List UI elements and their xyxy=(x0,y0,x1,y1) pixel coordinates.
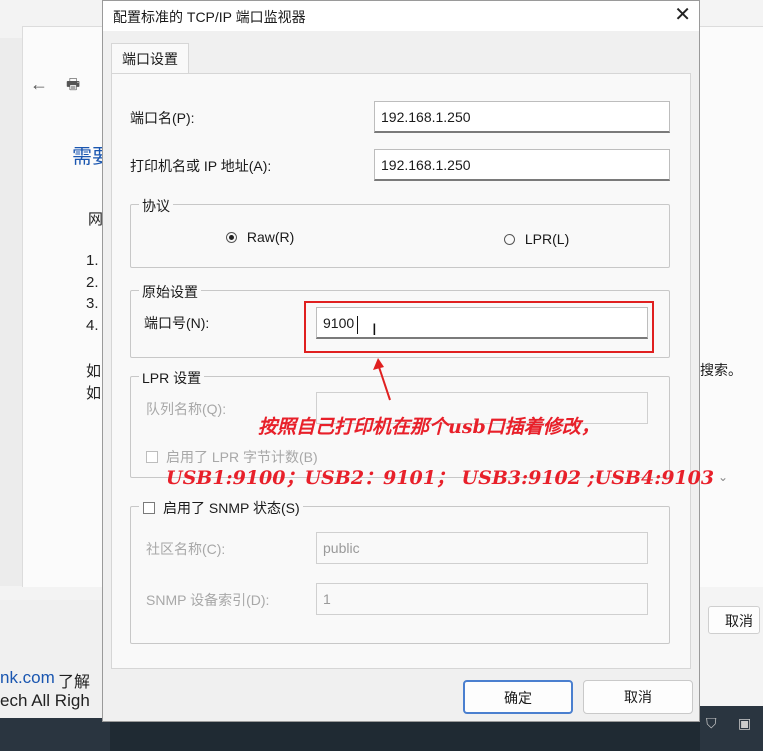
raw-radio-label: Raw(R) xyxy=(246,229,295,245)
text-fragment: 1. xyxy=(86,252,99,269)
lpr-radio-label: LPR(L) xyxy=(524,231,570,247)
title-bar: 配置标准的 TCP/IP 端口监视器 ✕ xyxy=(103,1,699,31)
port-name-input[interactable]: 192.168.1.250 xyxy=(374,101,670,133)
annotation-arrow xyxy=(373,358,391,401)
tab-port-settings[interactable]: 端口设置 xyxy=(111,43,189,74)
link-fragment[interactable]: nk.com xyxy=(0,668,55,688)
chevron-down-icon[interactable]: ⌄ xyxy=(718,470,728,484)
radio-selected-icon[interactable] xyxy=(226,232,237,243)
text-fragment: 如 xyxy=(86,385,102,402)
background-cancel-button[interactable]: 取消 xyxy=(708,606,760,634)
annotation-highlight-box xyxy=(304,301,654,353)
ok-button[interactable]: 确定 xyxy=(463,680,573,714)
cancel-button[interactable]: 取消 xyxy=(583,680,693,714)
back-arrow-icon[interactable]: ← xyxy=(30,74,48,95)
link-suffix-fragment: 了解 xyxy=(58,674,91,691)
taskbar-fragment xyxy=(0,718,110,751)
checkbox-icon[interactable] xyxy=(143,502,155,514)
background-frame xyxy=(0,38,23,586)
device-index-input[interactable]: 1 xyxy=(316,583,648,615)
lpr-settings-legend: LPR 设置 xyxy=(139,368,205,388)
snmp-status-checkbox[interactable]: 启用了 SNMP 状态(S) xyxy=(139,498,303,518)
annotation-line-2: USB1:9100；USB2：9101； USB3:9102 ;USB4:910… xyxy=(166,467,715,489)
shield-icon[interactable]: ⛉ xyxy=(706,715,717,732)
radio-unselected-icon[interactable] xyxy=(504,234,515,245)
text-fragment: 2. xyxy=(86,274,99,291)
background-right-window: 搜索。 ⌄ 取消 ⛉ ▣ xyxy=(700,0,763,751)
dialog-title: 配置标准的 TCP/IP 端口监视器 xyxy=(113,9,306,25)
snmp-status-label: 启用了 SNMP 状态(S) xyxy=(163,500,300,516)
host-input[interactable]: 192.168.1.250 xyxy=(374,149,670,181)
copyright-fragment: ech All Righ xyxy=(0,691,90,710)
background-panel xyxy=(700,26,763,587)
community-name-label: 社区名称(C): xyxy=(146,541,226,557)
protocol-legend: 协议 xyxy=(139,196,173,216)
snmp-group: 启用了 SNMP 状态(S) xyxy=(130,498,670,644)
raw-settings-legend: 原始设置 xyxy=(139,282,201,302)
port-number-label: 端口号(N): xyxy=(144,315,210,331)
community-name-input[interactable]: public xyxy=(316,532,648,564)
printer-icon: 🖶 xyxy=(66,76,81,93)
host-label: 打印机名或 IP 地址(A): xyxy=(130,158,272,174)
queue-name-label: 队列名称(Q): xyxy=(146,401,227,417)
protocol-group: 协议 xyxy=(130,196,670,268)
search-text-fragment: 搜索。 xyxy=(700,362,742,378)
image-icon[interactable]: ▣ xyxy=(738,715,751,732)
annotation-line-1: 按照自己打印机在那个usb口插着修改， xyxy=(258,416,600,438)
background-card xyxy=(22,26,113,587)
text-fragment: 如 xyxy=(86,363,102,380)
text-fragment: 3. xyxy=(86,295,99,312)
background-wizard-window: ← 🖶 需要 网 1. 2. 3. 4. 如 如 nk.com 了解 ech A… xyxy=(0,0,113,751)
text-fragment: 网 xyxy=(88,211,104,228)
close-icon[interactable]: ✕ xyxy=(674,2,691,27)
text-fragment: 4. xyxy=(86,317,99,334)
checkbox-icon[interactable] xyxy=(146,451,158,463)
port-name-label: 端口名(P): xyxy=(130,110,195,126)
lpr-radio[interactable]: LPR(L) xyxy=(504,231,569,247)
device-index-label: SNMP 设备索引(D): xyxy=(146,592,270,608)
raw-radio[interactable]: Raw(R) xyxy=(226,229,294,245)
